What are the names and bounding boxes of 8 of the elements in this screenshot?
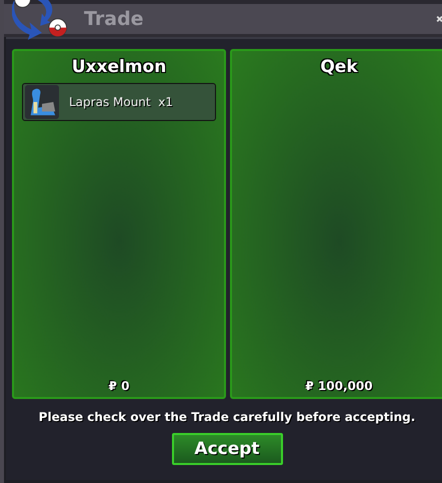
- accept-button[interactable]: Accept: [172, 433, 282, 465]
- money-amount: ₽ 100,000: [304, 379, 374, 393]
- window-title: Trade: [84, 8, 144, 30]
- notice-text: Please check over the Trade carefully before accepting.: [38, 410, 416, 424]
- money-amount: ₽ 0: [108, 379, 130, 393]
- trader-name: Uxxelmon: [70, 57, 168, 77]
- trade-item[interactable]: Lapras Mount x1: [22, 83, 216, 121]
- trader-name: Qek: [319, 57, 359, 77]
